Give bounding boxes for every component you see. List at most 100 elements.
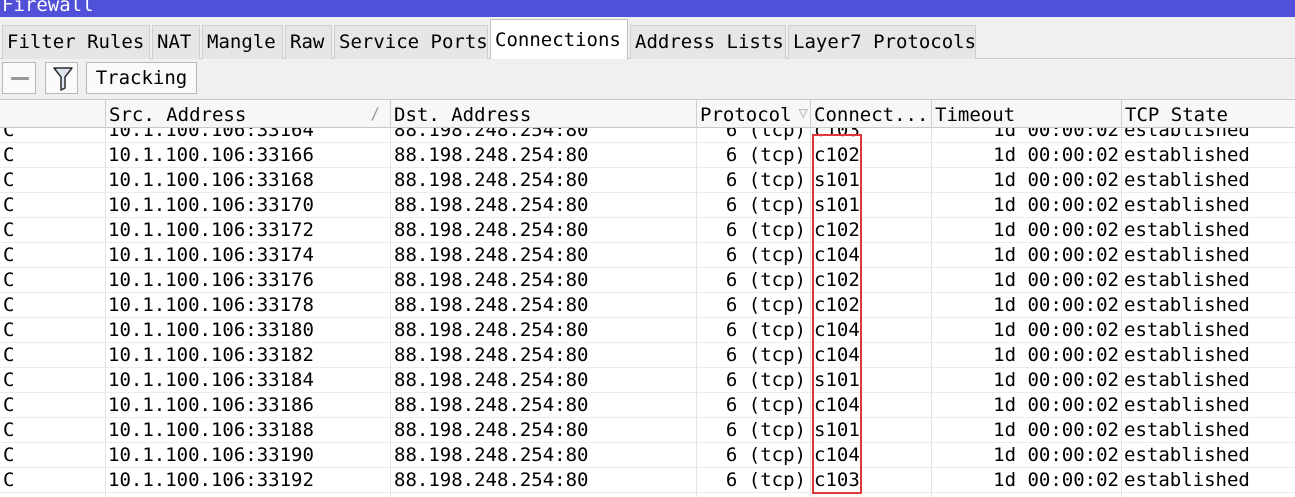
table-header: Src. Address ∕ Dst. Address Protocol ▽ C…: [0, 99, 1295, 128]
cell-timeout: 1d 00:00:02: [993, 369, 1119, 391]
cell-tcp-state: established: [1124, 369, 1250, 391]
cell-flag: C: [3, 219, 15, 241]
cell-flag: C: [3, 444, 15, 466]
cell-tcp-state: established: [1124, 269, 1250, 291]
cell-flag: C: [3, 169, 15, 191]
cell-protocol: 6 (tcp): [725, 269, 806, 291]
tab-layer7-protocols[interactable]: Layer7 Protocols: [788, 25, 976, 59]
table-row[interactable]: C 10.1.100.106:33178 88.198.248.254:80 6 (t…: [0, 293, 1295, 318]
table-row[interactable]: C 10.1.100.106:33182 88.198.248.254:80 6 (t…: [0, 343, 1295, 368]
cell-timeout: 1d 00:00:02: [993, 419, 1119, 441]
column-header-src-address[interactable]: Src. Address ∕: [106, 100, 391, 128]
cell-src-address: 10.1.100.106:33176: [108, 269, 314, 291]
cell-connection-mark: c104: [814, 444, 860, 466]
cell-tcp-state: established: [1124, 319, 1250, 341]
table-row[interactable]: C 10.1.100.106:33192 88.198.248.254:80 6 (t…: [0, 468, 1295, 493]
table-row[interactable]: C 10.1.100.106:33174 88.198.248.254:80 6 (t…: [0, 243, 1295, 268]
column-divider: [810, 128, 811, 497]
cell-flag: C: [3, 194, 15, 216]
cell-timeout: 1d 00:00:02: [993, 294, 1119, 316]
table-row[interactable]: C 10.1.100.106:33166 88.198.248.254:80 6 (t…: [0, 143, 1295, 168]
cell-timeout: 1d 00:00:02: [993, 444, 1119, 466]
tab-connections[interactable]: Connections: [490, 19, 628, 59]
cell-protocol: 6 (tcp): [725, 369, 806, 391]
cell-src-address: 10.1.100.106:33178: [108, 294, 314, 316]
cell-dst-address: 88.198.248.254:80: [394, 244, 589, 266]
tab-raw[interactable]: Raw: [285, 25, 332, 59]
table-row[interactable]: C 10.1.100.106:33172 88.198.248.254:80 6 (t…: [0, 218, 1295, 243]
column-header-label: Protocol: [700, 104, 792, 126]
column-header-protocol[interactable]: Protocol ▽: [697, 100, 811, 128]
cell-timeout: 1d 00:00:02: [993, 394, 1119, 416]
cell-protocol: 6 (tcp): [725, 419, 806, 441]
tab-nat[interactable]: NAT: [152, 25, 200, 59]
tab-mangle[interactable]: Mangle: [202, 25, 283, 59]
table-row[interactable]: C 10.1.100.106:33188 88.198.248.254:80 6 (t…: [0, 418, 1295, 443]
cell-tcp-state: established: [1124, 294, 1250, 316]
cell-flag: C: [3, 369, 15, 391]
tab-filter-rules[interactable]: Filter Rules: [2, 25, 150, 59]
cell-src-address: 10.1.100.106:33168: [108, 169, 314, 191]
cell-connection-mark: c104: [814, 344, 860, 366]
cell-protocol: 6 (tcp): [725, 169, 806, 191]
column-header-tcp-state[interactable]: TCP State: [1122, 100, 1295, 128]
column-header-dst-address[interactable]: Dst. Address: [391, 100, 697, 128]
cell-timeout: 1d 00:00:02: [993, 144, 1119, 166]
cell-dst-address: 88.198.248.254:80: [394, 419, 589, 441]
column-header-timeout[interactable]: Timeout: [932, 100, 1122, 128]
cell-tcp-state: established: [1124, 394, 1250, 416]
cell-src-address: 10.1.100.106:33182: [108, 344, 314, 366]
cell-protocol: 6 (tcp): [725, 469, 806, 491]
table-row[interactable]: C 10.1.100.106:33176 88.198.248.254:80 6 (t…: [0, 268, 1295, 293]
cell-src-address: 10.1.100.106:33170: [108, 194, 314, 216]
window-title-bar: Firewall: [0, 0, 1295, 17]
column-header-flags[interactable]: [0, 100, 106, 128]
table-row[interactable]: C 10.1.100.106:33184 88.198.248.254:80 6 (t…: [0, 368, 1295, 393]
cell-connection-mark: s101: [814, 369, 860, 391]
cell-tcp-state: established: [1124, 244, 1250, 266]
remove-button[interactable]: [2, 62, 36, 94]
tab-address-lists[interactable]: Address Lists: [630, 25, 786, 59]
table-row[interactable]: C 10.1.100.106:33180 88.198.248.254:80 6 (t…: [0, 318, 1295, 343]
cell-dst-address: 88.198.248.254:80: [394, 319, 589, 341]
cell-src-address: 10.1.100.106:33190: [108, 444, 314, 466]
column-divider: [1121, 128, 1122, 497]
tracking-button[interactable]: Tracking: [86, 62, 197, 94]
cell-src-address: 10.1.100.106:33184: [108, 369, 314, 391]
cell-dst-address: 88.198.248.254:80: [394, 194, 589, 216]
cell-connection-mark: c102: [814, 144, 860, 166]
cell-src-address: 10.1.100.106:33180: [108, 319, 314, 341]
cell-protocol: 6 (tcp): [725, 344, 806, 366]
column-divider: [105, 128, 106, 497]
cell-src-address: 10.1.100.106:33174: [108, 244, 314, 266]
table-row[interactable]: C 10.1.100.106:33170 88.198.248.254:80 6 (t…: [0, 193, 1295, 218]
cell-timeout: 1d 00:00:02: [993, 244, 1119, 266]
cell-connection-mark: s101: [814, 169, 860, 191]
cell-dst-address: 88.198.248.254:80: [394, 294, 589, 316]
cell-timeout: 1d 00:00:02: [993, 469, 1119, 491]
cell-timeout: 1d 00:00:02: [993, 319, 1119, 341]
cell-dst-address: 88.198.248.254:80: [394, 219, 589, 241]
cell-dst-address: 88.198.248.254:80: [394, 169, 589, 191]
tab-service-ports[interactable]: Service Ports: [334, 25, 488, 59]
column-header-label: Src. Address: [109, 104, 247, 126]
cell-connection-mark: c104: [814, 394, 860, 416]
cell-flag: C: [3, 319, 15, 341]
cell-dst-address: 88.198.248.254:80: [394, 344, 589, 366]
cell-flag: C: [3, 244, 15, 266]
cell-tcp-state: established: [1124, 144, 1250, 166]
table-row[interactable]: C 10.1.100.106:33186 88.198.248.254:80 6 (t…: [0, 393, 1295, 418]
cell-connection-mark: s101: [814, 194, 860, 216]
cell-connection-mark: s101: [814, 419, 860, 441]
cell-connection-mark: c103: [814, 469, 860, 491]
table-row[interactable]: C 10.1.100.106:33190 88.198.248.254:80 6 (t…: [0, 443, 1295, 468]
column-header-connection-mark[interactable]: Connect...: [811, 100, 932, 128]
cell-timeout: 1d 00:00:02: [993, 219, 1119, 241]
table-row[interactable]: C 10.1.100.106:33168 88.198.248.254:80 6 (t…: [0, 168, 1295, 193]
cell-flag: C: [3, 269, 15, 291]
cell-connection-mark: c104: [814, 244, 860, 266]
filter-button[interactable]: [45, 62, 78, 94]
cell-protocol: 6 (tcp): [725, 444, 806, 466]
cell-flag: C: [3, 344, 15, 366]
cell-dst-address: 88.198.248.254:80: [394, 144, 589, 166]
